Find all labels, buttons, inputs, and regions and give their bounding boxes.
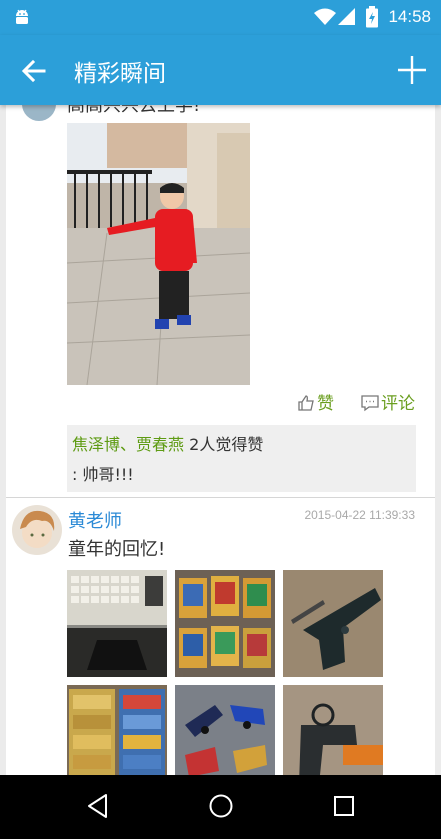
post-text: 童年的回忆! [68,539,166,560]
liker-separator: 、 [120,435,137,454]
post-text: 高高兴兴去上学! [67,105,201,116]
author-name[interactable]: 黄老师 [68,507,122,533]
post-photo[interactable] [67,123,250,385]
post-photo[interactable] [67,685,167,775]
add-icon[interactable] [397,55,427,85]
signal-icon [338,8,355,25]
post-photo[interactable] [67,570,167,677]
post-photo[interactable] [175,570,275,677]
battery-icon [366,6,378,28]
comment-button[interactable]: 评论 [361,389,415,414]
post-photo[interactable] [283,685,383,775]
post-date: 2015-04-22 11:39:33 [304,508,415,522]
page-title: 精彩瞬间 [74,61,166,87]
post-photo[interactable] [175,685,275,775]
liker-name[interactable]: 焦泽博 [72,435,120,454]
back-nav-icon[interactable] [86,793,110,819]
android-icon [16,9,28,24]
recents-nav-icon[interactable] [332,793,356,819]
like-button[interactable]: 赞 [297,389,334,414]
post-photo[interactable] [283,570,383,677]
feed-list[interactable]: 高高兴兴去上学! 赞 评论 焦泽博、贾春燕 2人觉得赞: 帅哥!!! 黄老师 … [6,105,435,775]
avatar[interactable] [22,105,56,121]
back-arrow-icon[interactable] [20,57,48,85]
like-count: 2人觉得赞 [189,435,264,454]
liker-name[interactable]: 贾春燕 [136,435,184,454]
likes-comments-box: 焦泽博、贾春燕 2人觉得赞 : 帅哥!!! [67,425,416,492]
thumbs-up-icon [298,395,314,411]
status-time: 14:58 [388,7,431,26]
likes-row: 焦泽博、贾春燕 2人觉得赞 [72,431,263,455]
divider [6,497,435,498]
comment-text: : 帅哥!!! [72,465,134,484]
wifi-icon [314,8,336,25]
home-nav-icon[interactable] [208,793,234,819]
status-bar: 14:58 [0,0,441,35]
like-label: 赞 [317,394,334,414]
avatar[interactable] [12,505,62,555]
comment-label: 评论 [381,394,415,414]
system-nav-bar [0,775,441,839]
app-bar: 精彩瞬间 [0,35,441,105]
comment-icon [361,395,379,412]
